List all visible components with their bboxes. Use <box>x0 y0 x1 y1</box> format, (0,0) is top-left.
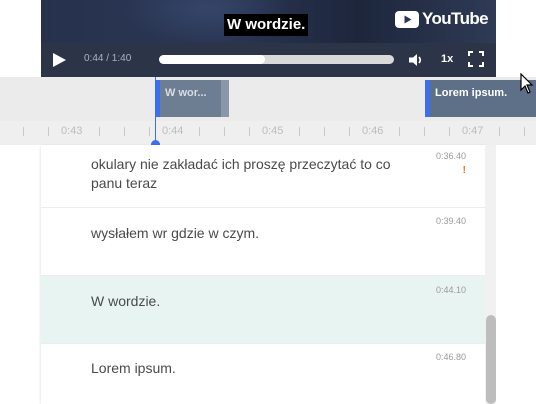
transcript-timestamp: 0:44.10 <box>435 285 466 295</box>
scrollbar-thumb[interactable] <box>486 315 496 404</box>
fullscreen-icon[interactable] <box>468 51 484 67</box>
timeline-ruler[interactable]: 0:43 0:44 0:45 0:46 0:47 <box>0 121 536 145</box>
ruler-tick <box>299 127 300 136</box>
video-caption: W wordzie. <box>224 14 309 36</box>
ruler-tick <box>424 127 425 136</box>
transcript-row[interactable]: okulary nie zakładać ich proszę przeczyt… <box>41 145 485 208</box>
transcript-row[interactable]: wysłałem wr gdzie w czym. 0:39.40 <box>41 208 485 276</box>
warning-icon: ! <box>462 165 466 176</box>
playback-speed-button[interactable]: 1x <box>441 53 453 65</box>
ruler-label: 0:44 <box>162 125 184 137</box>
timeline-clip-label: Lorem ipsum. <box>435 87 508 99</box>
ruler-tick <box>48 127 49 136</box>
ruler-tick <box>99 127 100 136</box>
transcript-timestamp: 0:39.40 <box>435 216 466 226</box>
video-player[interactable]: W wordzie. YouTube 0:44 / 1:40 1x <box>41 0 496 77</box>
clip-resize-handle[interactable] <box>221 80 229 117</box>
timeline-clip-label: W wor... <box>165 87 207 99</box>
ruler-label: 0:45 <box>262 125 284 137</box>
time-display: 0:44 / 1:40 <box>84 53 132 64</box>
transcript-timestamp: 0:36.40 <box>435 151 466 161</box>
transcript-row[interactable]: Lorem ipsum. 0:46.80 <box>41 344 485 404</box>
ruler-tick <box>524 127 525 136</box>
ruler-tick <box>149 127 150 136</box>
transcript-text[interactable]: wysłałem wr gdzie w czym. <box>91 224 391 243</box>
youtube-play-icon <box>395 10 419 28</box>
ruler-label: 0:47 <box>462 125 484 137</box>
ruler-tick <box>499 127 500 136</box>
youtube-wordmark: YouTube <box>422 9 489 28</box>
transcript-list[interactable]: okulary nie zakładać ich proszę przeczyt… <box>41 145 485 404</box>
timeline-clip[interactable]: W wor... <box>155 80 229 117</box>
ruler-tick <box>399 127 400 136</box>
ruler-label: 0:46 <box>362 125 384 137</box>
volume-icon[interactable] <box>408 52 424 68</box>
seek-bar[interactable] <box>159 55 394 64</box>
ruler-tick <box>224 127 225 136</box>
youtube-logo[interactable]: YouTube <box>395 8 489 30</box>
transcript-timestamp: 0:46.80 <box>435 352 466 362</box>
ruler-tick <box>124 127 125 136</box>
play-icon[interactable] <box>51 52 67 68</box>
transcript-text[interactable]: Lorem ipsum. <box>91 359 391 378</box>
timeline-track[interactable]: W wor... Lorem ipsum. <box>0 77 536 121</box>
ruler-tick <box>23 127 24 136</box>
timeline[interactable]: W wor... Lorem ipsum. 0:43 0:44 0:45 0:4… <box>0 77 536 145</box>
ruler-tick <box>349 127 350 136</box>
player-controls: 0:44 / 1:40 1x <box>41 43 496 77</box>
mouse-cursor-icon <box>520 73 534 94</box>
transcript-text[interactable]: W wordzie. <box>91 292 391 311</box>
seek-progress <box>159 55 265 64</box>
ruler-tick <box>449 127 450 136</box>
ruler-label: 0:43 <box>61 125 83 137</box>
ruler-tick <box>324 127 325 136</box>
playhead[interactable] <box>155 77 156 145</box>
ruler-tick <box>199 127 200 136</box>
transcript-text[interactable]: okulary nie zakładać ich proszę przeczyt… <box>91 155 391 193</box>
video-frame[interactable]: W wordzie. YouTube <box>41 0 496 43</box>
transcript-row-active[interactable]: W wordzie. 0:44.10 <box>41 276 485 344</box>
ruler-tick <box>249 127 250 136</box>
